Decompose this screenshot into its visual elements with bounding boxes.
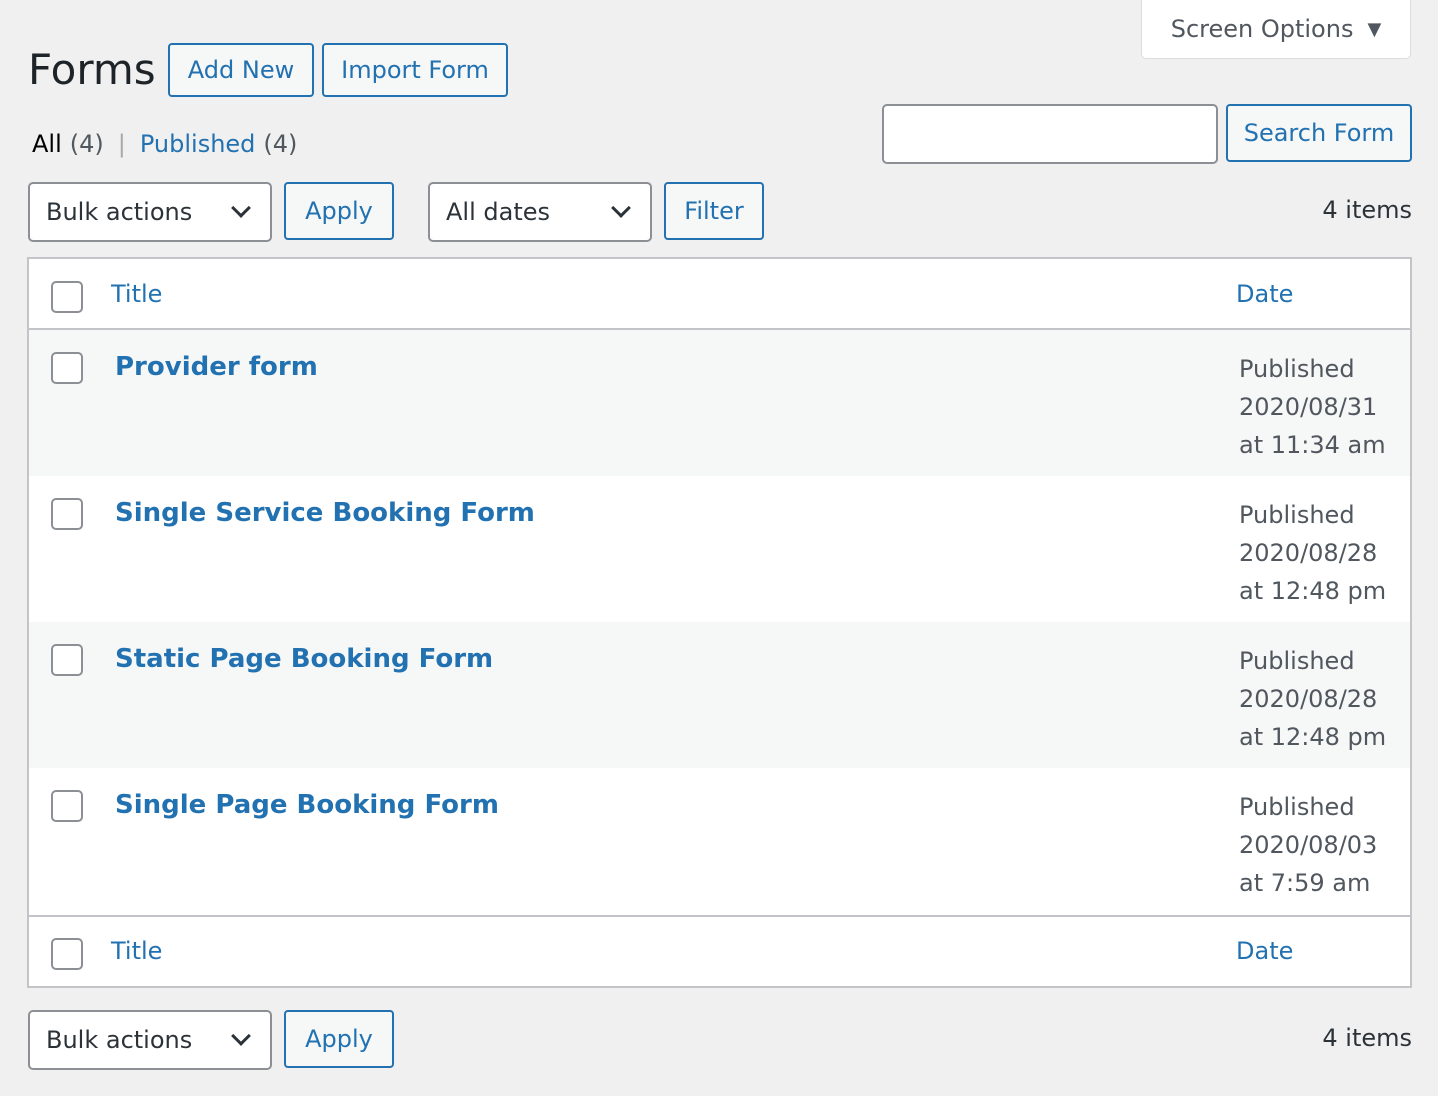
view-all[interactable]: All bbox=[32, 130, 62, 158]
row-status: Published bbox=[1239, 793, 1355, 821]
row-date: Published 2020/08/31 at 11:34 am bbox=[1239, 350, 1386, 464]
view-separator: | bbox=[117, 130, 126, 158]
view-published-count: (4) bbox=[263, 130, 298, 158]
items-count-bottom: 4 items bbox=[1322, 1024, 1412, 1052]
search-form-button[interactable]: Search Form bbox=[1226, 104, 1412, 162]
bulk-actions-value: Bulk actions bbox=[46, 198, 193, 226]
add-new-button[interactable]: Add New bbox=[168, 43, 314, 97]
filter-button[interactable]: Filter bbox=[664, 182, 764, 240]
row-date-value: 2020/08/28 bbox=[1239, 685, 1378, 713]
row-date-value: 2020/08/28 bbox=[1239, 539, 1378, 567]
chevron-down-icon bbox=[231, 198, 251, 218]
row-checkbox[interactable] bbox=[51, 498, 83, 530]
table-row: Static Page Booking Form Published 2020/… bbox=[29, 622, 1410, 768]
table-header: Title Date bbox=[29, 259, 1410, 330]
view-filters: All (4) | Published (4) bbox=[32, 130, 297, 158]
row-title-link[interactable]: Provider form bbox=[115, 352, 318, 382]
row-status: Published bbox=[1239, 355, 1355, 383]
bulk-actions-select-bottom[interactable]: Bulk actions bbox=[28, 1010, 272, 1070]
page-title: Forms bbox=[28, 45, 156, 94]
table-row: Single Page Booking Form Published 2020/… bbox=[29, 768, 1410, 914]
row-date: Published 2020/08/28 at 12:48 pm bbox=[1239, 496, 1386, 610]
column-date-sort-footer[interactable]: Date bbox=[1236, 937, 1293, 965]
caret-down-icon: ▼ bbox=[1367, 18, 1382, 40]
bulk-actions-value: Bulk actions bbox=[46, 1026, 193, 1054]
row-checkbox[interactable] bbox=[51, 644, 83, 676]
row-status: Published bbox=[1239, 647, 1355, 675]
apply-button-bottom[interactable]: Apply bbox=[284, 1010, 394, 1068]
row-title-link[interactable]: Static Page Booking Form bbox=[115, 644, 493, 674]
select-all-checkbox[interactable] bbox=[51, 281, 83, 313]
row-date: Published 2020/08/28 at 12:48 pm bbox=[1239, 642, 1386, 756]
forms-table: Title Date Provider form Published 2020/… bbox=[27, 257, 1412, 988]
table-footer: Title Date bbox=[29, 915, 1410, 986]
dates-select[interactable]: All dates bbox=[428, 182, 652, 242]
screen-options-label: Screen Options bbox=[1170, 15, 1354, 43]
row-date-value: 2020/08/31 bbox=[1239, 393, 1378, 421]
items-count-top: 4 items bbox=[1322, 196, 1412, 224]
row-date-value: 2020/08/03 bbox=[1239, 831, 1378, 859]
screen-options-button[interactable]: Screen Options ▼ bbox=[1141, 0, 1411, 59]
row-time-value: at 12:48 pm bbox=[1239, 723, 1387, 751]
row-date: Published 2020/08/03 at 7:59 am bbox=[1239, 788, 1377, 902]
table-row: Provider form Published 2020/08/31 at 11… bbox=[29, 330, 1410, 476]
table-row: Single Service Booking Form Published 20… bbox=[29, 476, 1410, 622]
dates-value: All dates bbox=[446, 198, 551, 226]
chevron-down-icon bbox=[611, 198, 631, 218]
row-checkbox[interactable] bbox=[51, 790, 83, 822]
row-title-link[interactable]: Single Page Booking Form bbox=[115, 790, 499, 820]
apply-button-top[interactable]: Apply bbox=[284, 182, 394, 240]
row-checkbox[interactable] bbox=[51, 352, 83, 384]
row-title-link[interactable]: Single Service Booking Form bbox=[115, 498, 535, 528]
view-all-count: (4) bbox=[69, 130, 104, 158]
search-input[interactable] bbox=[882, 104, 1218, 164]
view-published[interactable]: Published bbox=[140, 130, 256, 158]
column-date-sort[interactable]: Date bbox=[1236, 280, 1293, 308]
row-time-value: at 11:34 am bbox=[1239, 431, 1386, 459]
select-all-checkbox-footer[interactable] bbox=[51, 938, 83, 970]
bulk-actions-select-top[interactable]: Bulk actions bbox=[28, 182, 272, 242]
column-title-sort[interactable]: Title bbox=[111, 280, 162, 308]
row-status: Published bbox=[1239, 501, 1355, 529]
chevron-down-icon bbox=[231, 1026, 251, 1046]
row-time-value: at 7:59 am bbox=[1239, 869, 1371, 897]
row-time-value: at 12:48 pm bbox=[1239, 577, 1387, 605]
column-title-sort-footer[interactable]: Title bbox=[111, 937, 162, 965]
import-form-button[interactable]: Import Form bbox=[322, 43, 508, 97]
